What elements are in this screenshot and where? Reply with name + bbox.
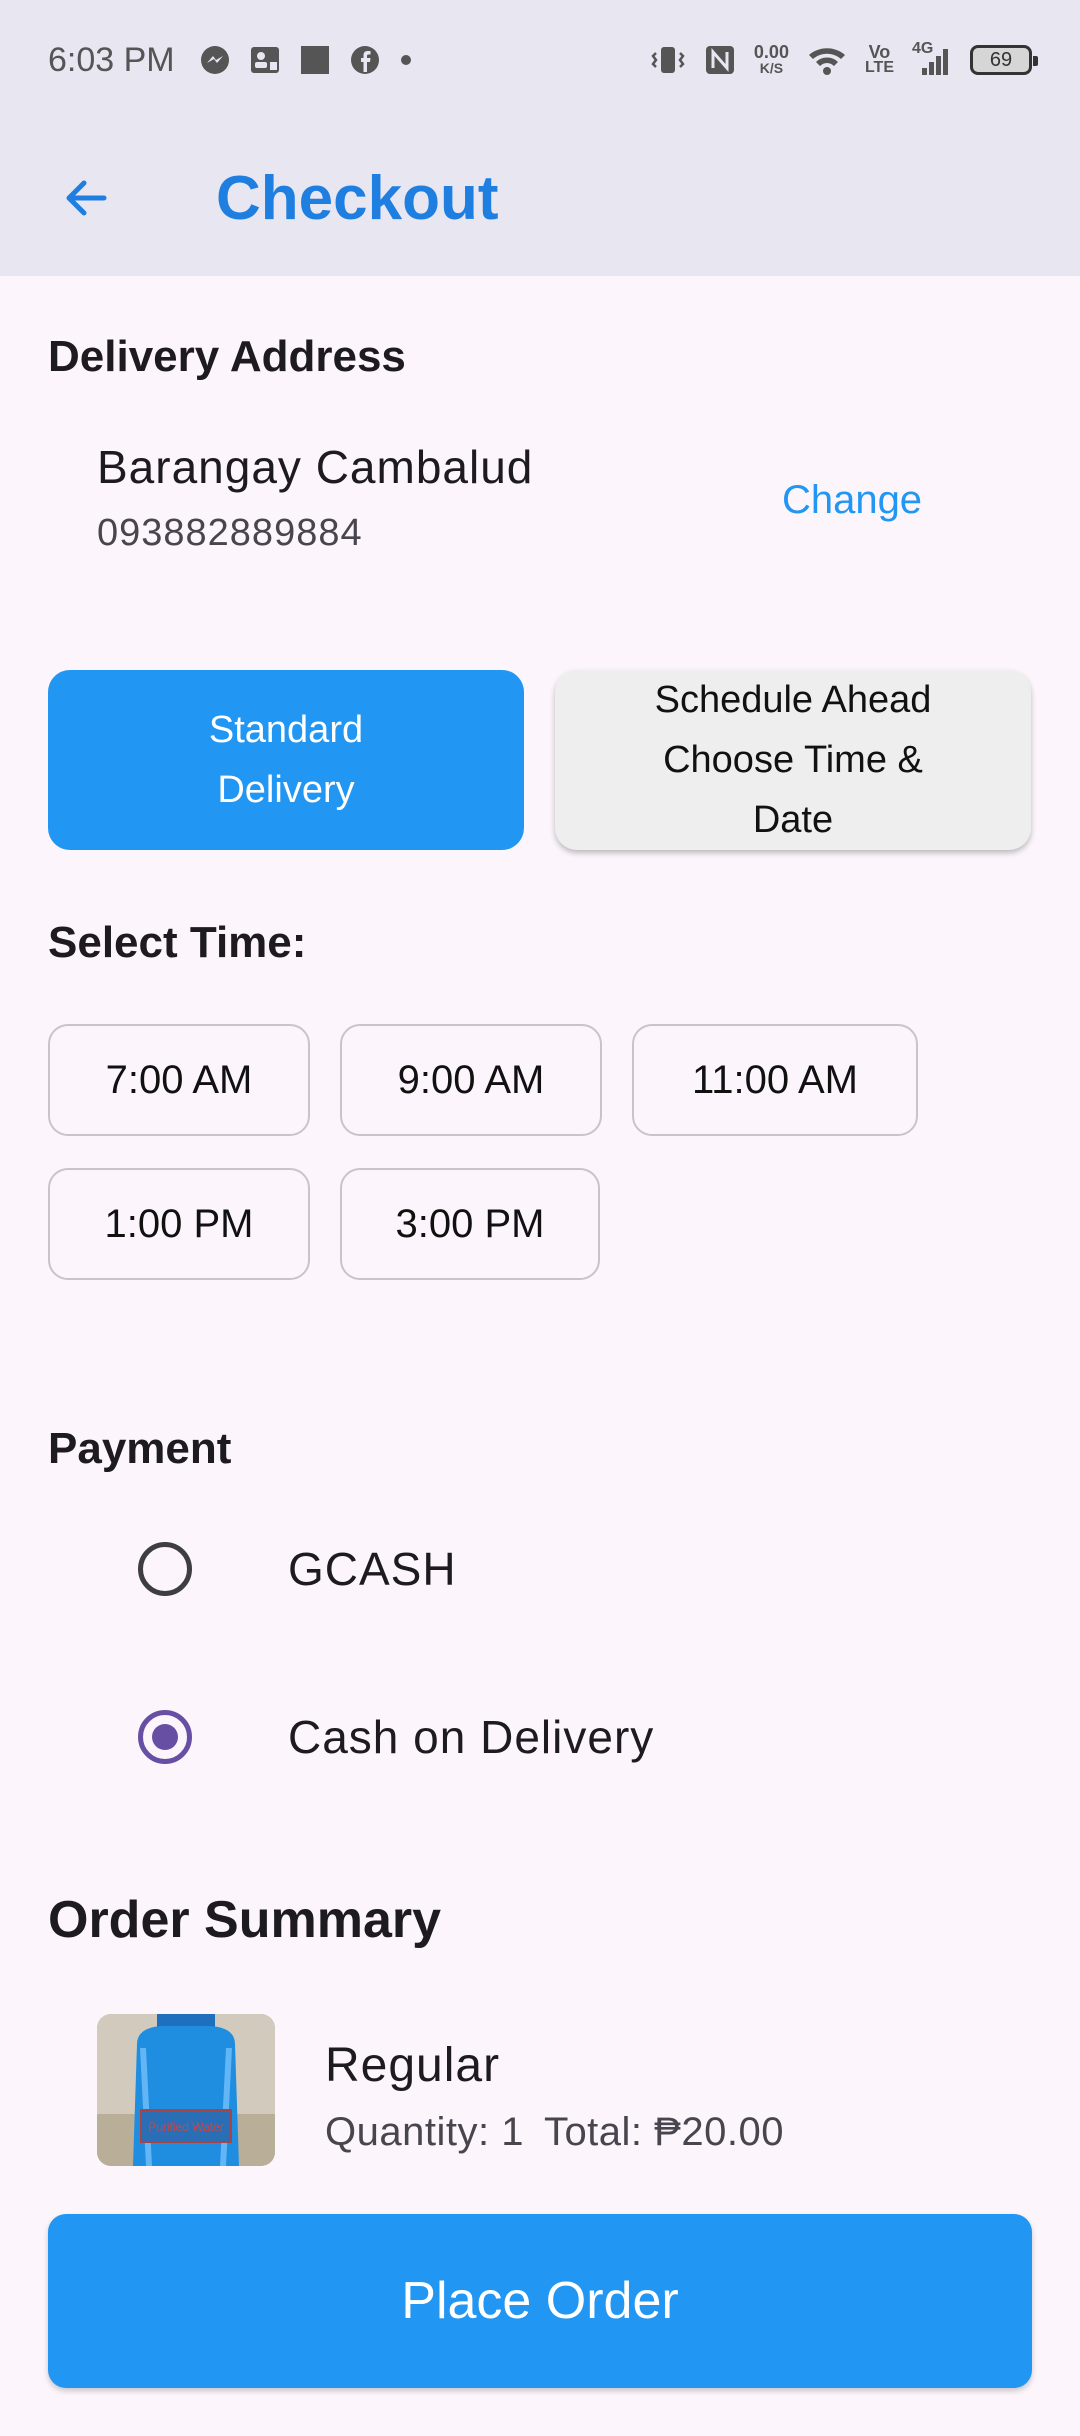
status-bar: 6:03 PM 0.00 K/S Vo LTE 4G 69 [0, 0, 1080, 120]
volte-indicator: Vo LTE [864, 42, 894, 76]
time-slot-1pm[interactable]: 1:00 PM [48, 1168, 310, 1280]
app-bar: Checkout [0, 120, 1080, 276]
address-name: Barangay Cambalud [97, 441, 534, 493]
wifi-icon [807, 44, 847, 76]
facebook-icon [349, 44, 381, 76]
arrow-left-icon [66, 180, 107, 216]
signal-icon: 4G [912, 40, 952, 76]
order-total: Total: ₱20.00 [543, 2110, 784, 2154]
time-slot-3pm[interactable]: 3:00 PM [340, 1168, 600, 1280]
contact-card-icon [249, 44, 281, 76]
back-button[interactable] [50, 162, 122, 234]
volte-top: Vo [868, 42, 891, 62]
order-quantity: Quantity: 1 [325, 2110, 524, 2154]
place-order-button[interactable]: Place Order [48, 2214, 1032, 2388]
standard-delivery-line2: Delivery [217, 769, 355, 811]
schedule-line1: Schedule Ahead [654, 679, 932, 721]
schedule-line3: Date [752, 799, 834, 841]
nfc-icon [704, 44, 736, 76]
time-slot-11am[interactable]: 11:00 AM [632, 1024, 918, 1136]
payment-option-label: GCASH [288, 1543, 457, 1595]
select-time-heading: Select Time: [48, 918, 307, 967]
schedule-ahead-button[interactable]: Schedule Ahead Choose Time & Date [555, 670, 1031, 850]
status-left: 6:03 PM [48, 41, 413, 80]
payment-heading: Payment [48, 1424, 232, 1473]
signal-label: 4G [912, 40, 934, 57]
address-phone: 093882889884 [97, 512, 363, 554]
product-label-text: Purified Water [148, 2120, 224, 2134]
square-icon [299, 44, 331, 76]
radio-checked-icon[interactable] [138, 1710, 192, 1764]
battery-level: 69 [989, 48, 1013, 71]
order-item-meta: Quantity: 1 Total: ₱20.00 [325, 2110, 804, 2155]
battery-icon: 69 [970, 45, 1038, 75]
order-summary-heading: Order Summary [48, 1891, 442, 1949]
volte-bottom: LTE [864, 59, 894, 76]
network-speed-value: 0.00 [753, 42, 789, 62]
payment-option-cod[interactable]: Cash on Delivery [138, 1692, 654, 1782]
time-slot-9am[interactable]: 9:00 AM [340, 1024, 602, 1136]
delivery-address-heading: Delivery Address [48, 332, 406, 381]
page-title: Checkout [216, 163, 499, 233]
payment-option-gcash[interactable]: GCASH [138, 1524, 457, 1614]
network-speed: 0.00 K/S [753, 42, 789, 76]
order-item-name: Regular [325, 2039, 501, 2092]
radio-unchecked-icon[interactable] [138, 1542, 192, 1596]
status-right: 0.00 K/S Vo LTE 4G 69 [650, 40, 1038, 76]
messenger-icon [199, 44, 231, 76]
payment-option-label: Cash on Delivery [288, 1711, 655, 1763]
network-speed-unit: K/S [759, 60, 784, 76]
standard-delivery-button[interactable]: Standard Delivery [48, 670, 524, 850]
dot-icon [399, 53, 413, 67]
time-slot-7am[interactable]: 7:00 AM [48, 1024, 310, 1136]
vibrate-icon [650, 44, 686, 76]
standard-delivery-line1: Standard [208, 709, 364, 751]
change-address-button[interactable]: Change [752, 468, 952, 532]
schedule-line2: Choose Time & [663, 739, 923, 781]
product-image: Purified Water [97, 2014, 275, 2166]
status-time: 6:03 PM [48, 40, 175, 79]
